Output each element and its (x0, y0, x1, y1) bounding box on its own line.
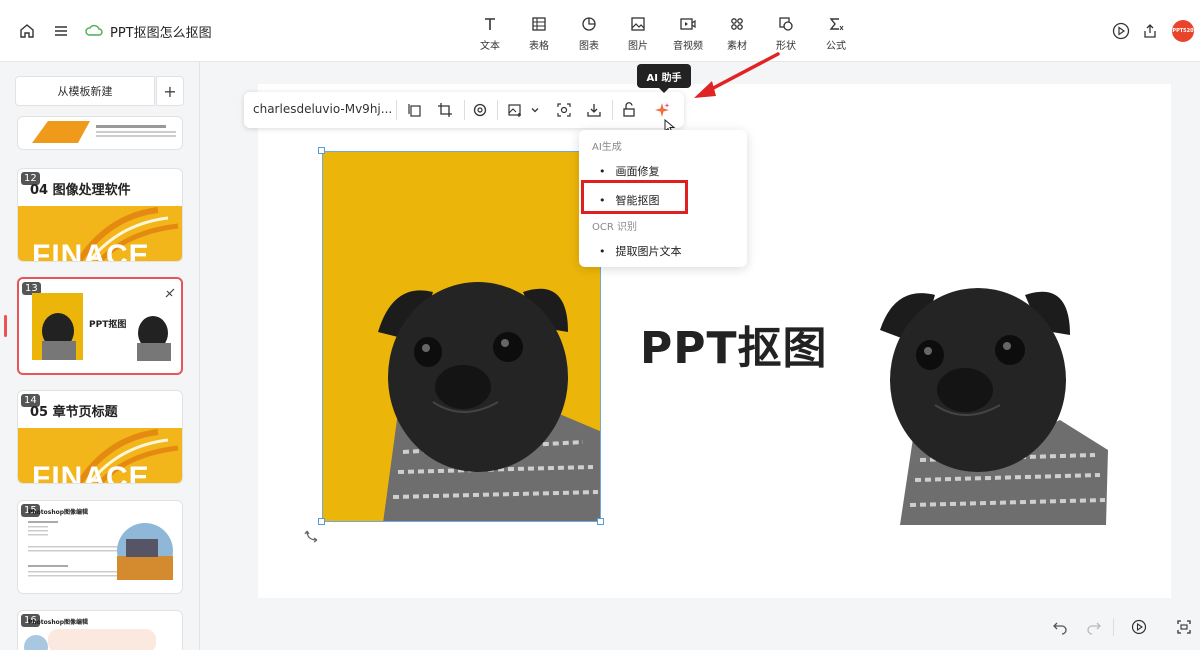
fit-screen-icon[interactable] (1174, 617, 1194, 637)
tool-table-label: 表格 (529, 41, 549, 52)
pug-cutout-thumbnail (137, 316, 171, 361)
slide-preview-graphic (32, 121, 176, 143)
add-slide-button[interactable]: + (156, 76, 184, 106)
toolbar-divider (464, 100, 465, 120)
image-name-label[interactable]: charlesdeluvio-Mv9hj... (253, 102, 392, 116)
slide-thumbnail-16[interactable]: 16 Photoshop图像编辑 (17, 610, 183, 650)
avatar[interactable]: PPT520 (1172, 20, 1194, 42)
home-icon[interactable] (16, 20, 38, 42)
tool-video[interactable]: 音视频 (664, 14, 712, 52)
tool-image-label: 图片 (628, 41, 648, 52)
tool-material[interactable]: 素材 (713, 14, 761, 52)
tool-chart[interactable]: 图表 (565, 14, 613, 52)
selected-image[interactable] (322, 151, 601, 522)
ocr-section-label: OCR 识别 (592, 222, 637, 233)
toolbar-divider (396, 100, 397, 120)
top-bar: PPT抠图怎么抠图 文本 表格 图表 图片 音视频 素材 形状 公式 PPT52… (0, 0, 1200, 62)
slide-thumbnail-12[interactable]: 12 04 图像处理软件 FINACE (17, 168, 183, 262)
annotation-arrow (694, 52, 780, 98)
replace-image-icon[interactable] (405, 100, 425, 120)
tool-formula-label: 公式 (826, 41, 846, 52)
redo-icon[interactable] (1084, 617, 1104, 637)
present-play-icon[interactable] (1129, 617, 1149, 637)
material-icon (713, 14, 761, 34)
slide-thumbnail-14[interactable]: 14 05 章节页标题 FINACE (17, 390, 183, 484)
video-icon (664, 14, 712, 34)
resize-handle-bottom-left[interactable] (318, 518, 325, 525)
tool-table[interactable]: 表格 (515, 14, 563, 52)
slide-preview-graphic (28, 521, 173, 580)
hide-slide-icon[interactable] (162, 285, 178, 301)
slide-thumbnail-15[interactable]: 15 Photoshop图像编辑 (17, 500, 183, 594)
resize-handle-top-left[interactable] (318, 147, 325, 154)
image-toolbar: charlesdeluvio-Mv9hj... (244, 92, 684, 128)
pug-cutout-image[interactable] (860, 280, 1110, 525)
active-slide-indicator (4, 315, 7, 337)
text-icon (466, 14, 514, 34)
toolbar-divider (497, 100, 498, 120)
thumb-photo (32, 293, 83, 360)
image-icon (614, 14, 662, 34)
slide-preview-graphic (24, 629, 156, 650)
chart-icon (565, 14, 613, 34)
menu-item-extract-text[interactable]: 提取图片文本 (599, 243, 682, 259)
slide-banner: FINACE (18, 206, 182, 262)
settings-gear-icon[interactable] (470, 100, 490, 120)
unlock-icon[interactable] (619, 100, 639, 120)
slide-title: PPT抠图 (89, 320, 127, 330)
slide-panel: 从模板新建 + 12 04 图像处理软件 FINACE 13 PPT抠图 14 … (0, 62, 200, 650)
new-from-template-button[interactable]: 从模板新建 (15, 76, 155, 106)
cloud-saved-icon (85, 22, 103, 41)
pug-thumbnail (42, 313, 76, 360)
tool-chart-label: 图表 (579, 41, 599, 52)
download-icon[interactable] (584, 100, 604, 120)
banner-text: FINACE (32, 239, 150, 262)
ai-assistant-sparkle-icon[interactable] (652, 100, 672, 120)
zoom-fit-icon[interactable] (554, 100, 574, 120)
ai-section-label: AI生成 (592, 142, 622, 153)
tool-text[interactable]: 文本 (466, 14, 514, 52)
menu-icon[interactable] (50, 20, 72, 42)
pug-cutout-graphic (880, 288, 1108, 525)
menu-item-image-repair[interactable]: 画面修复 (599, 163, 660, 179)
resize-handle-bottom-right[interactable] (597, 518, 604, 525)
ai-assistant-tooltip: AI 助手 (637, 64, 691, 93)
play-icon[interactable] (1110, 20, 1132, 42)
banner-text: FINACE (32, 461, 150, 484)
tool-shape[interactable]: 形状 (762, 14, 810, 52)
slide-banner: FINACE (18, 428, 182, 484)
chevron-down-icon[interactable] (529, 100, 541, 120)
slide-title: 05 章节页标题 (30, 405, 118, 420)
slide-heading[interactable]: PPT抠图 (640, 312, 828, 376)
pug-photo (378, 282, 600, 521)
rotate-handle-icon[interactable] (304, 527, 320, 547)
bottom-divider (1113, 618, 1114, 636)
table-icon (515, 14, 563, 34)
slide-title: 04 图像处理软件 (30, 183, 131, 198)
crop-icon[interactable] (435, 100, 455, 120)
slide-thumbnail-13[interactable]: 13 PPT抠图 (17, 277, 183, 375)
tool-text-label: 文本 (480, 41, 500, 52)
undo-icon[interactable] (1050, 617, 1070, 637)
shape-icon (762, 14, 810, 34)
toolbar-divider (612, 100, 613, 120)
formula-icon (812, 14, 860, 34)
document-title[interactable]: PPT抠图怎么抠图 (110, 22, 212, 41)
annotation-highlight-box (581, 180, 688, 214)
tool-formula[interactable]: 公式 (812, 14, 860, 52)
share-icon[interactable] (1139, 20, 1161, 42)
image-effects-icon[interactable] (505, 100, 525, 120)
tool-image[interactable]: 图片 (614, 14, 662, 52)
slide-thumbnail-11[interactable] (17, 116, 183, 150)
